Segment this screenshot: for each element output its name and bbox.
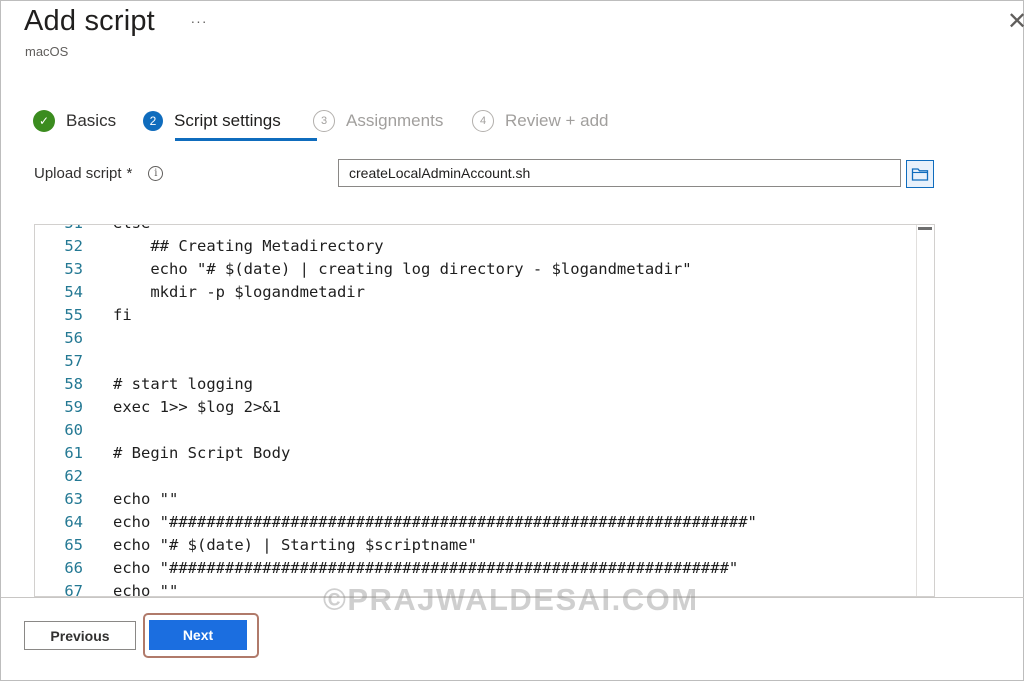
code-line: 58 # start logging xyxy=(35,372,915,395)
previous-button[interactable]: Previous xyxy=(24,621,136,650)
more-options-button[interactable]: ··· xyxy=(185,11,213,33)
editor-scrollbar[interactable] xyxy=(916,225,934,596)
code-text: echo "" xyxy=(113,581,179,597)
step-label: Basics xyxy=(66,111,117,130)
code-text: echo "# $(date) | Starting $scriptname" xyxy=(113,535,477,554)
step-script-settings[interactable]: 2 Script settings xyxy=(143,106,281,136)
line-number: 64 xyxy=(64,512,83,531)
checkmark-icon: ✓ xyxy=(33,110,55,132)
folder-icon xyxy=(911,168,929,181)
code-text: fi xyxy=(113,305,132,324)
line-number: 52 xyxy=(64,236,83,255)
code-line: 65 echo "# $(date) | Starting $scriptname… xyxy=(35,533,915,556)
line-number: 66 xyxy=(64,558,83,577)
step-number: 2 xyxy=(143,111,163,131)
code-line: 56 xyxy=(35,326,915,349)
watermark: ©PRAJWALDESAI.COM xyxy=(323,582,699,617)
code-editor[interactable]: 51else52 ## Creating Metadirectory53 ech… xyxy=(34,224,935,597)
code-text: else xyxy=(113,225,150,232)
line-number: 53 xyxy=(64,259,83,278)
code-line: 60 xyxy=(35,418,915,441)
code-line: 66 echo "################################… xyxy=(35,556,915,579)
line-number: 67 xyxy=(64,581,83,597)
step-label: Script settings xyxy=(174,111,281,130)
close-button[interactable]: ✕ xyxy=(1007,9,1024,35)
line-number: 56 xyxy=(64,328,83,347)
info-icon[interactable]: i xyxy=(148,166,164,181)
code-text: # Begin Script Body xyxy=(113,443,291,462)
code-lines: 51else52 ## Creating Metadirectory53 ech… xyxy=(35,225,915,597)
dialog-frame: Add script ··· ✕ macOS ✓ Basics 2 Script… xyxy=(0,0,1024,681)
active-step-underline xyxy=(175,138,317,141)
code-line: 52 ## Creating Metadirectory xyxy=(35,234,915,257)
code-line: 53 echo "# $(date) | creating log direct… xyxy=(35,257,915,280)
step-basics[interactable]: ✓ Basics xyxy=(33,106,116,136)
line-number: 58 xyxy=(64,374,83,393)
code-text: echo "# $(date) | creating log directory… xyxy=(113,259,692,278)
next-button[interactable]: Next xyxy=(149,620,247,650)
step-review-add[interactable]: 4 Review + add xyxy=(472,106,608,136)
code-line: 57 xyxy=(35,349,915,372)
page-subtitle: macOS xyxy=(25,44,69,59)
code-text: exec 1>> $log 2>&1 xyxy=(113,397,281,416)
code-line: 51 else xyxy=(35,225,915,234)
line-number: 54 xyxy=(64,282,83,301)
line-number: 60 xyxy=(64,420,83,439)
code-line: 64 echo "################################… xyxy=(35,510,915,533)
page-title: Add script xyxy=(24,5,155,37)
step-number: 3 xyxy=(313,110,335,132)
line-number: 65 xyxy=(64,535,83,554)
code-line: 63 echo "" xyxy=(35,487,915,510)
upload-label-text: Upload script xyxy=(34,165,122,182)
line-number: 63 xyxy=(64,489,83,508)
code-line: 54 mkdir -p $logandmetadir xyxy=(35,280,915,303)
upload-script-label: Upload script * i xyxy=(34,165,164,182)
step-assignments[interactable]: 3 Assignments xyxy=(313,106,443,136)
script-file-input[interactable] xyxy=(338,159,901,187)
code-text: echo "##################################… xyxy=(113,558,739,577)
line-number: 61 xyxy=(64,443,83,462)
code-text: echo "" xyxy=(113,489,179,508)
line-number: 62 xyxy=(64,466,83,485)
required-mark: * xyxy=(126,165,133,182)
line-number: 59 xyxy=(64,397,83,416)
step-label: Assignments xyxy=(346,111,444,130)
scrollbar-thumb[interactable] xyxy=(918,227,932,230)
browse-file-button[interactable] xyxy=(906,160,934,188)
code-text: mkdir -p $logandmetadir xyxy=(113,282,365,301)
line-number: 57 xyxy=(64,351,83,370)
code-line: 62 xyxy=(35,464,915,487)
code-line: 55 fi xyxy=(35,303,915,326)
code-line: 59 exec 1>> $log 2>&1 xyxy=(35,395,915,418)
line-number: 51 xyxy=(35,225,83,232)
code-text: echo "##################################… xyxy=(113,512,757,531)
step-label: Review + add xyxy=(505,111,609,130)
code-text: # start logging xyxy=(113,374,253,393)
code-line: 61 # Begin Script Body xyxy=(35,441,915,464)
line-number: 55 xyxy=(64,305,83,324)
step-number: 4 xyxy=(472,110,494,132)
code-text: ## Creating Metadirectory xyxy=(113,236,384,255)
